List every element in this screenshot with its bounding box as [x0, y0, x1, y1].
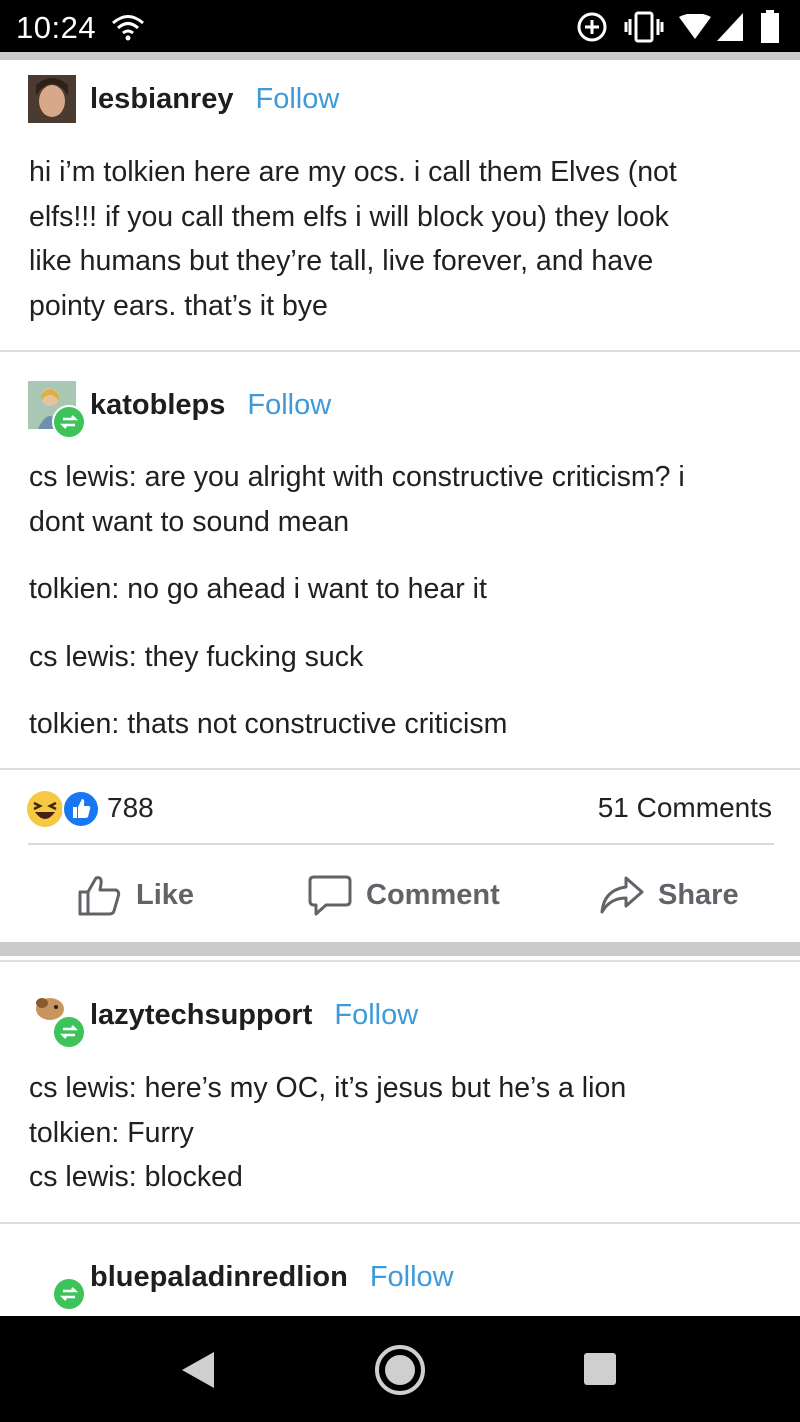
- text-line: cs lewis: blocked: [29, 1161, 243, 1193]
- section-line: [0, 960, 800, 962]
- avatar[interactable]: [28, 381, 86, 439]
- post-text: cs lewis: are you alright with construct…: [29, 455, 685, 544]
- wifi-signal-icon: [679, 14, 711, 39]
- reaction-count[interactable]: 788: [107, 792, 154, 824]
- follow-button[interactable]: Follow: [247, 389, 331, 422]
- action-bar: Like Comment Share: [0, 850, 800, 938]
- status-time: 10:24: [16, 10, 97, 45]
- thumbs-up-icon: [78, 876, 121, 916]
- wifi-icon: [112, 15, 144, 41]
- reblog-icon: [52, 1277, 86, 1311]
- data-saver-icon: [577, 12, 607, 42]
- share-label: Share: [658, 878, 739, 911]
- post-divider: [0, 1222, 800, 1224]
- recents-icon[interactable]: [583, 1352, 617, 1386]
- top-separator: [0, 52, 800, 60]
- post-header: lazytechsupport Follow: [28, 990, 418, 1049]
- share-arrow-icon: [600, 876, 644, 914]
- reactions-bar: 788 51 Comments: [0, 770, 800, 842]
- post-header: katobleps Follow: [28, 380, 331, 439]
- text-line: cs lewis: they fucking suck: [29, 641, 364, 673]
- like-label: Like: [136, 878, 195, 911]
- post-header: bluepaladinredlion Follow: [28, 1252, 454, 1311]
- comment-label: Comment: [366, 878, 500, 911]
- share-button[interactable]: Share: [600, 874, 739, 916]
- vibrate-icon: [624, 11, 664, 43]
- comment-bubble-icon: [308, 875, 352, 916]
- text-line: hi i’m tolkien here are my ocs. i call t…: [29, 156, 677, 188]
- comments-count[interactable]: 51 Comments: [598, 792, 772, 824]
- text-line: elfs!!! if you call them elfs i will blo…: [29, 200, 669, 233]
- text-line: tolkien: thats not constructive criticis…: [29, 708, 508, 740]
- navigation-bar: [0, 1316, 800, 1422]
- avatar[interactable]: [28, 991, 86, 1049]
- cell-signal-icon: [717, 13, 743, 41]
- text-line: cs lewis: here’s my OC, it’s jesus but h…: [29, 1072, 627, 1104]
- battery-icon: [761, 10, 779, 43]
- post-text: cs lewis: here’s my OC, it’s jesus but h…: [29, 1066, 626, 1200]
- text-line: cs lewis: are you alright with construct…: [29, 461, 685, 493]
- follow-button[interactable]: Follow: [255, 83, 339, 116]
- home-icon[interactable]: [374, 1344, 426, 1396]
- comment-button[interactable]: Comment: [308, 874, 500, 916]
- back-icon[interactable]: [180, 1350, 216, 1390]
- reaction-divider: [28, 843, 774, 845]
- post-text: hi i’m tolkien here are my ocs. i call t…: [29, 150, 677, 328]
- post-divider: [0, 350, 800, 352]
- text-line: pointy ears. that’s it bye: [29, 289, 328, 322]
- section-separator: [0, 942, 800, 956]
- avatar[interactable]: [28, 75, 76, 123]
- follow-button[interactable]: Follow: [334, 999, 418, 1032]
- like-reaction-icon[interactable]: [62, 790, 100, 828]
- username[interactable]: katobleps: [90, 389, 225, 422]
- avatar[interactable]: [28, 1253, 86, 1311]
- text-line: tolkien: no go ahead i want to hear it: [29, 573, 487, 605]
- haha-reaction-icon[interactable]: [26, 790, 64, 828]
- reblog-icon: [52, 405, 86, 439]
- text-line: like humans but they’re tall, live forev…: [29, 245, 654, 277]
- username[interactable]: lazytechsupport: [90, 999, 312, 1032]
- text-line: dont want to sound mean: [29, 505, 350, 538]
- status-bar: 10:24: [0, 0, 800, 52]
- username[interactable]: bluepaladinredlion: [90, 1261, 348, 1294]
- like-button[interactable]: Like: [78, 874, 194, 916]
- follow-button[interactable]: Follow: [370, 1261, 454, 1294]
- text-line: tolkien: Furry: [29, 1116, 194, 1149]
- post-header: lesbianrey Follow: [28, 74, 339, 124]
- reblog-icon: [52, 1015, 86, 1049]
- username[interactable]: lesbianrey: [90, 83, 233, 116]
